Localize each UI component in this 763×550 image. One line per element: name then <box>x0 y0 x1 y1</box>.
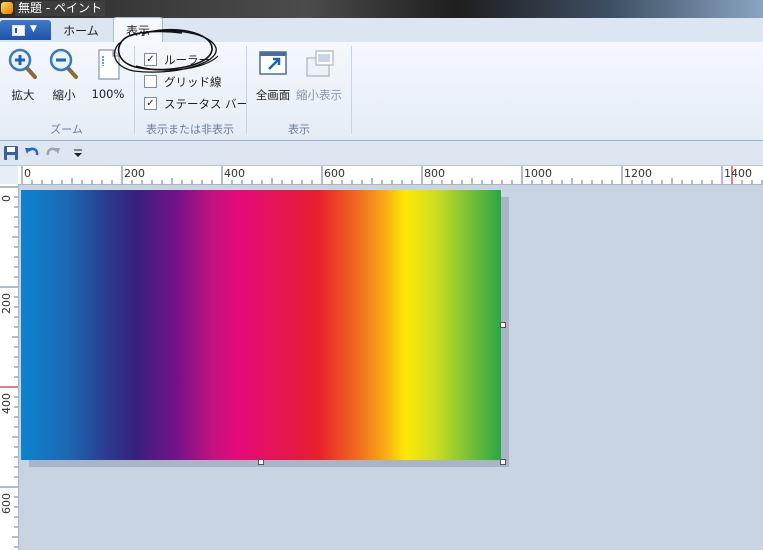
tab-view[interactable]: 表示 <box>113 17 163 43</box>
statusbar-label: ステータス バー <box>164 97 249 111</box>
save-icon[interactable] <box>3 145 19 161</box>
redo-icon[interactable] <box>45 145 61 161</box>
zoom-group: 拡大 縮小 100% ズーム <box>0 42 133 140</box>
zoom-out-label: 縮小 <box>52 88 76 102</box>
ribbon-panel: 拡大 縮小 100% ズーム 表示または非表示 ✓ ルーラー グリッド線 ✓ ス… <box>0 42 763 141</box>
vruler-label: 600 <box>0 493 13 514</box>
resize-handle-bottom[interactable] <box>258 459 264 465</box>
window-title: 無題 - ペイント <box>15 1 105 16</box>
title-bar: 無題 - ペイント <box>0 0 763 18</box>
hruler-label: 400 <box>224 167 245 180</box>
resize-handle-right[interactable] <box>500 322 506 328</box>
hruler-label: 600 <box>324 167 345 180</box>
hruler-label: 200 <box>124 167 145 180</box>
ribbon-divider <box>351 46 352 134</box>
gridlines-check-icon <box>144 75 157 88</box>
zoom-in-button[interactable]: 拡大 <box>7 48 39 103</box>
rulers-label: ルーラー <box>164 53 210 67</box>
app-menu-icon <box>12 25 25 36</box>
hruler-label: 800 <box>424 167 445 180</box>
zoom-in-icon <box>8 48 37 79</box>
gridlines-label: グリッド線 <box>164 75 222 89</box>
horizontal-ruler: 0 200 400 600 800 1000 1200 1400 <box>18 166 763 185</box>
actual-size-label: 100% <box>91 87 125 101</box>
hruler-label: 0 <box>24 167 31 180</box>
zoom-out-button[interactable]: 縮小 <box>48 48 80 103</box>
zoom-in-label: 拡大 <box>11 88 35 102</box>
hruler-label: 1400 <box>724 167 752 180</box>
resize-handle-corner[interactable] <box>500 459 506 465</box>
thumbnail-button[interactable]: 縮小表示 <box>295 48 343 103</box>
vruler-label: 0 <box>0 195 13 202</box>
vertical-ruler: 0 200 400 600 <box>0 184 19 550</box>
app-menu-button[interactable]: ▼ <box>0 20 51 40</box>
display-group: 全画面 縮小表示 表示 <box>247 42 351 140</box>
rulers-check-icon: ✓ <box>144 53 157 66</box>
tab-home[interactable]: ホーム <box>56 18 106 42</box>
show-hide-group-label: 表示または非表示 <box>146 123 234 136</box>
undo-icon[interactable] <box>24 145 40 161</box>
hruler-label: 1000 <box>524 167 552 180</box>
thumbnail-label: 縮小表示 <box>296 88 342 102</box>
fullscreen-icon <box>259 51 287 75</box>
actual-size-icon <box>98 49 120 80</box>
quick-access-toolbar <box>0 141 763 166</box>
display-group-label: 表示 <box>288 123 310 136</box>
vruler-label: 200 <box>0 293 13 314</box>
zoom-group-label: ズーム <box>50 123 83 136</box>
zoom-out-icon <box>49 48 78 79</box>
fullscreen-label: 全画面 <box>255 88 291 102</box>
paint-app-icon <box>1 2 13 14</box>
thumbnail-icon <box>306 50 334 77</box>
ribbon-tab-row: ▼ ホーム 表示 <box>0 17 763 43</box>
actual-size-button[interactable]: 100% <box>89 48 127 101</box>
hruler-label: 1200 <box>624 167 652 180</box>
ruler-corner <box>0 166 19 185</box>
drawing-canvas[interactable] <box>21 190 501 460</box>
vruler-label: 400 <box>0 393 13 414</box>
customize-dropdown-icon[interactable] <box>70 145 86 161</box>
fullscreen-button[interactable]: 全画面 <box>251 48 295 103</box>
chevron-down-icon: ▼ <box>30 24 37 34</box>
statusbar-check-icon: ✓ <box>144 97 157 110</box>
